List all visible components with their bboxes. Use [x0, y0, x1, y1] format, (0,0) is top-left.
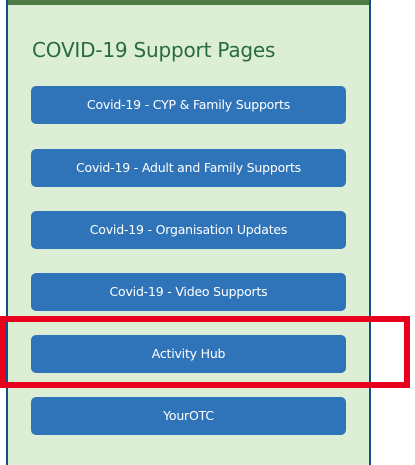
panel-title: COVID-19 Support Pages: [32, 38, 276, 62]
panel-top-bar: [8, 0, 369, 5]
organisation-updates-button[interactable]: Covid-19 - Organisation Updates: [31, 211, 346, 249]
covid-support-panel: COVID-19 Support Pages Covid-19 - CYP & …: [6, 0, 371, 465]
yourotc-button[interactable]: YourOTC: [31, 397, 346, 435]
cyp-family-supports-button[interactable]: Covid-19 - CYP & Family Supports: [31, 86, 346, 124]
page: COVID-19 Support Pages Covid-19 - CYP & …: [0, 0, 415, 465]
activity-hub-button[interactable]: Activity Hub: [31, 335, 346, 373]
adult-family-supports-button[interactable]: Covid-19 - Adult and Family Supports: [31, 149, 346, 187]
video-supports-button[interactable]: Covid-19 - Video Supports: [31, 273, 346, 311]
